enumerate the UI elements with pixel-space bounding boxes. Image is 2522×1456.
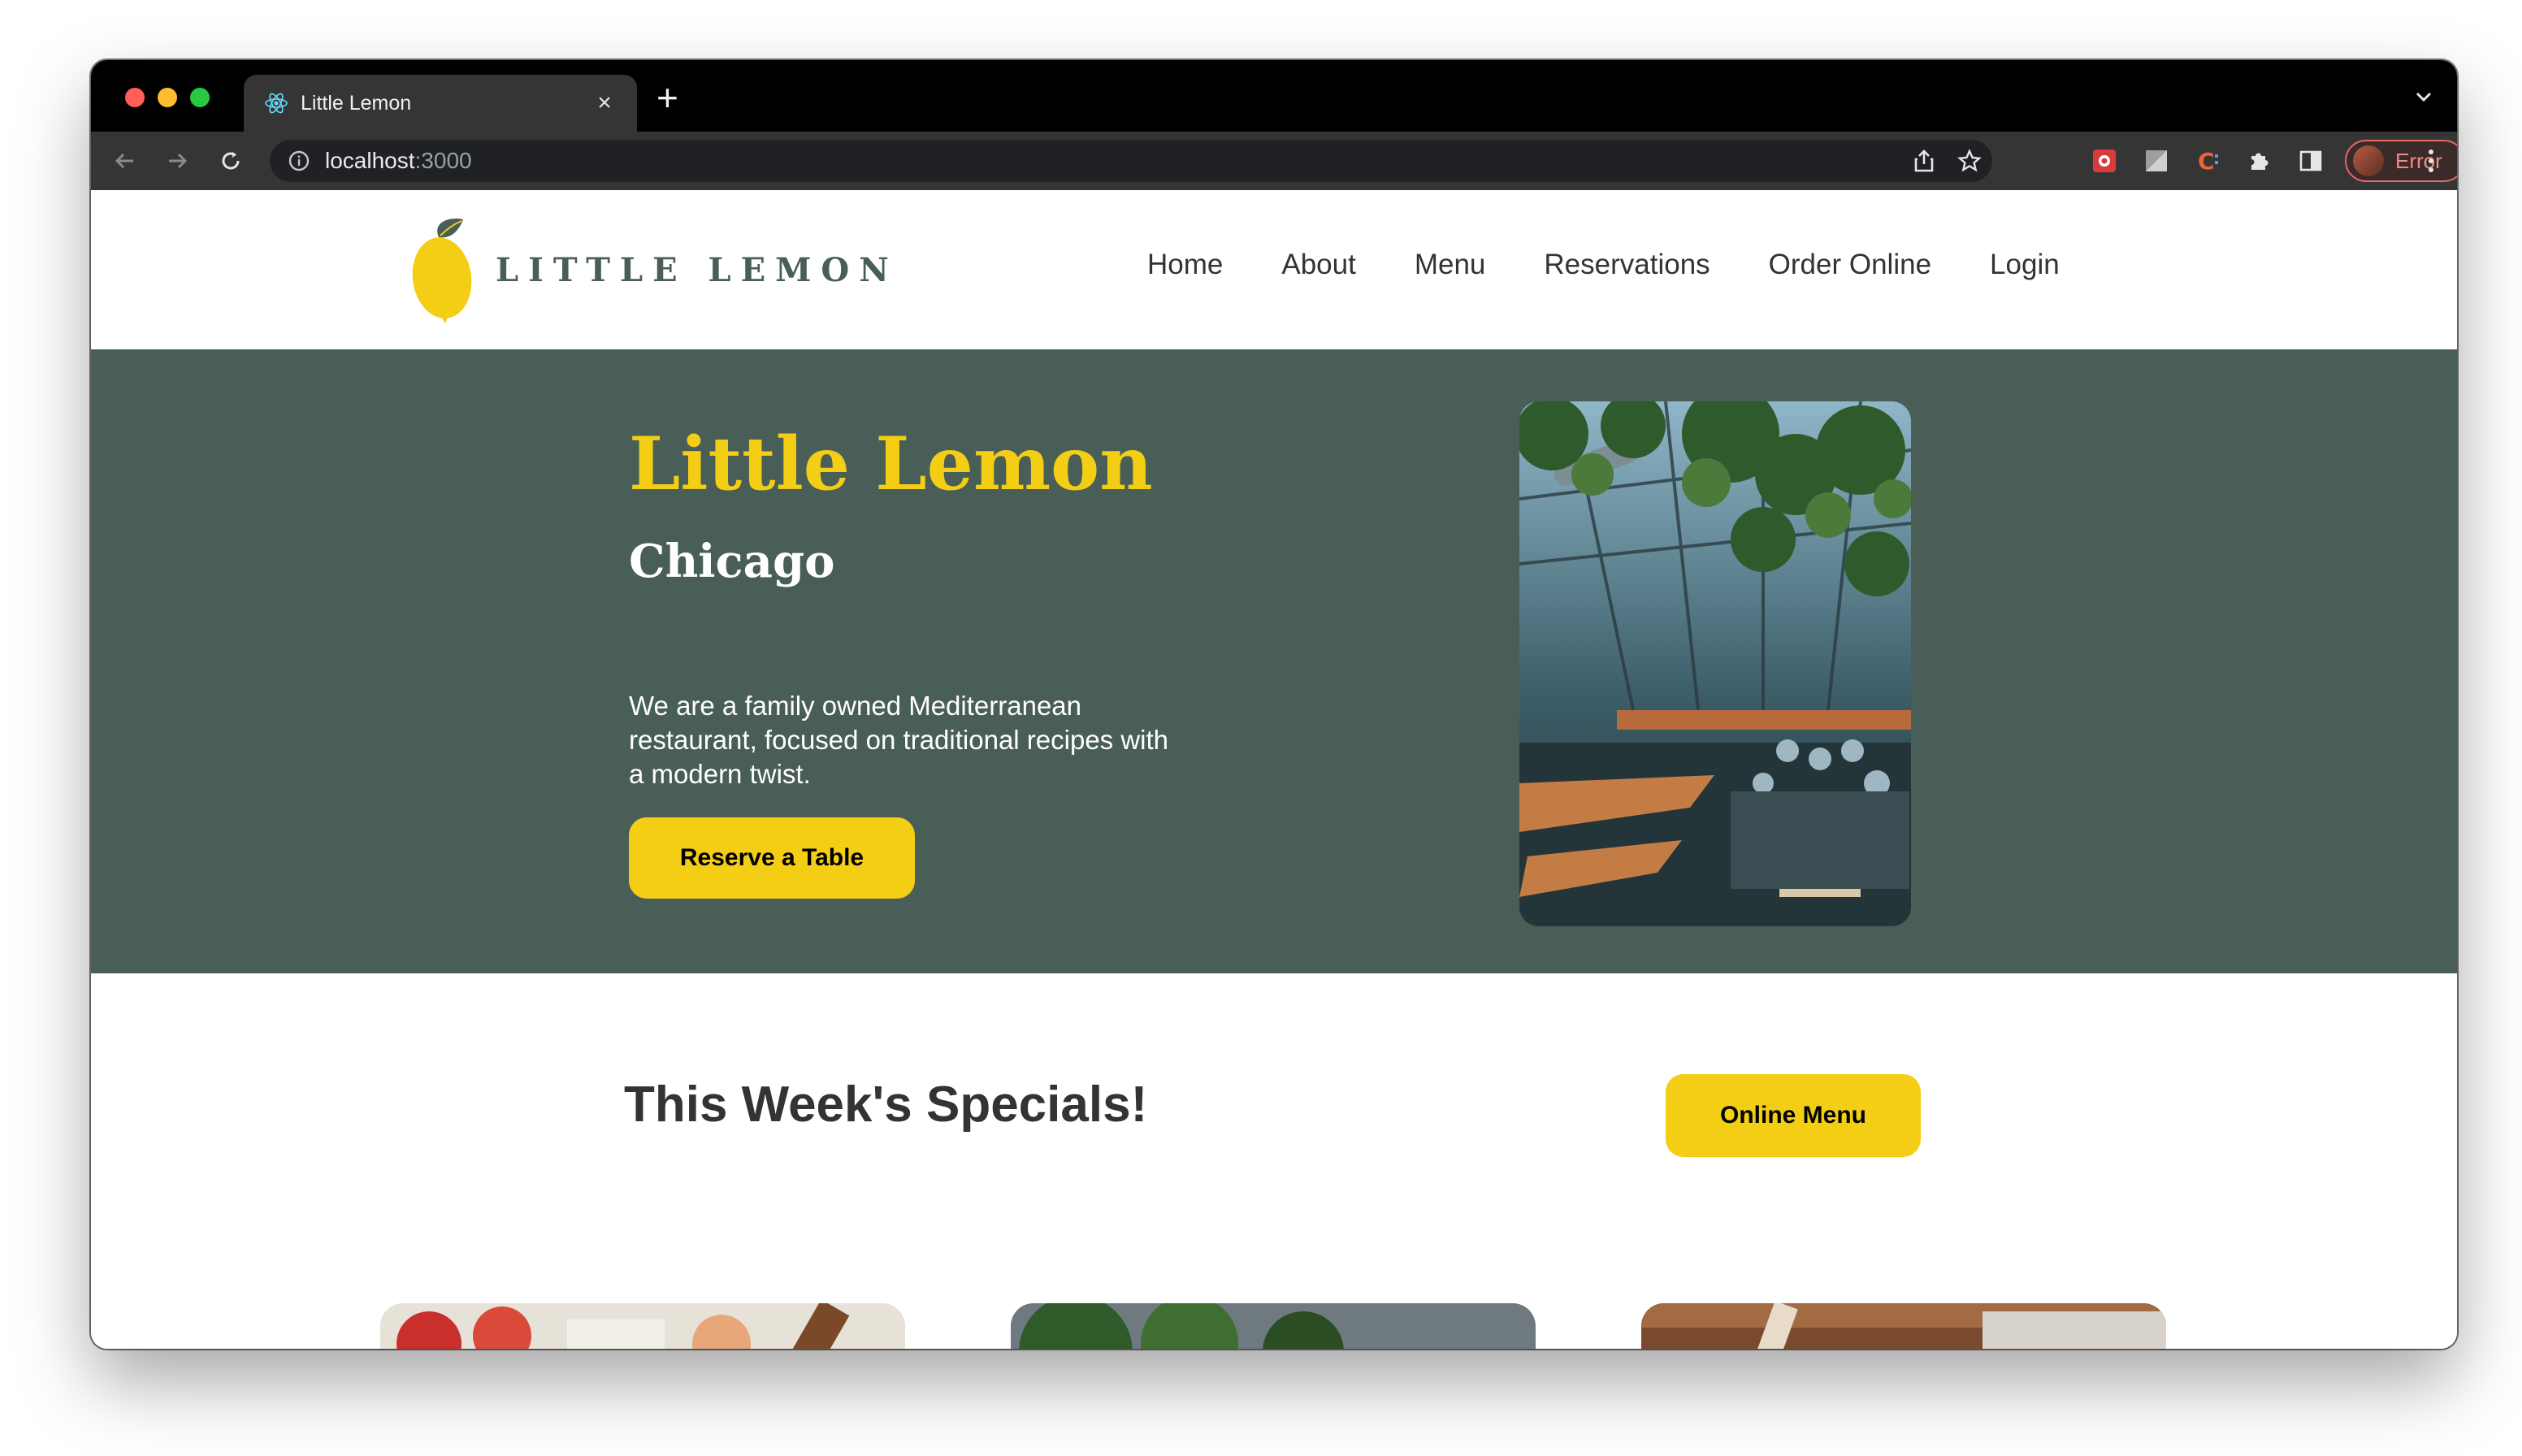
chevron-down-icon[interactable] [2413,86,2434,107]
special-card-image[interactable] [380,1303,905,1349]
nav-link-reservations[interactable]: Reservations [1544,249,1710,281]
share-icon [1914,150,1934,172]
browser-toolbar: localhost :3000 C Error [91,132,2457,190]
react-atom-icon [265,93,288,114]
hero-section: Little Lemon Chicago We are a family own… [91,349,2457,973]
reserve-table-button[interactable]: Reserve a Table [629,817,915,899]
online-menu-button[interactable]: Online Menu [1666,1074,1921,1157]
lemon-logo-icon [412,218,472,323]
reload-button[interactable] [213,143,249,179]
tab-bar: Little Lemon × + [91,60,2457,132]
more-vert-icon[interactable] [2423,146,2439,176]
page-viewport: LITTLE LEMON Home About Menu Reservation… [91,190,2457,1349]
zoom-window-button[interactable] [190,88,210,107]
puzzle-icon [2251,153,2268,170]
extension-red-icon [2093,150,2116,172]
extension-red-button[interactable] [2090,146,2119,176]
nav-link-menu[interactable]: Menu [1415,249,1486,281]
extension-gray-button[interactable] [2142,146,2171,176]
share-button[interactable] [1909,146,1939,176]
side-panel-button[interactable] [2296,146,2325,176]
reload-icon [222,152,240,170]
arrow-right-icon [169,153,188,169]
nav-link-about[interactable]: About [1281,249,1355,281]
specials-title: This Week's Specials! [624,1077,1148,1133]
site-header: LITTLE LEMON Home About Menu Reservation… [91,190,2457,349]
bruschetta-image [1011,1303,1536,1349]
special-card-image[interactable] [1011,1303,1536,1349]
greek-salad-image [380,1303,905,1349]
side-panel-icon [2299,150,2322,171]
new-tab-button[interactable]: + [656,79,678,116]
tab-little-lemon[interactable]: Little Lemon × [244,75,637,132]
nav-link-login[interactable]: Login [1990,249,2060,281]
tab-title: Little Lemon [301,91,412,115]
logo-text: LITTLE LEMON [496,250,899,289]
special-card-image[interactable] [1641,1303,2166,1349]
extension-c-icon: C [2198,148,2218,174]
svg-text:C: C [2198,148,2215,174]
arrow-left-icon [115,153,133,169]
restaurant-interior-image [1519,401,1911,926]
extension-c-button[interactable]: C [2194,146,2223,176]
browser-window: Little Lemon × + localhost:3000 C Error… [91,60,2457,1349]
info-icon[interactable] [288,150,310,172]
lemon-dessert-image [1641,1303,2166,1349]
forward-button[interactable] [159,143,195,179]
site-logo[interactable]: LITTLE LEMON [408,214,899,325]
url-host: localhost [325,148,415,173]
avatar [2353,145,2384,176]
nav-link-order-online[interactable]: Order Online [1769,249,1931,281]
extensions-button[interactable] [2244,146,2273,176]
hero-subtitle: Chicago [629,535,835,588]
minimize-window-button[interactable] [158,88,177,107]
hero-description: We are a family owned Mediterranean rest… [629,691,1169,789]
extension-gray-icon [2146,150,2167,171]
address-bar[interactable]: localhost :3000 [270,140,1992,182]
hero-title: Little Lemon [629,421,1153,507]
nav-link-home[interactable]: Home [1147,249,1223,281]
main-nav: Home About Menu Reservations Order Onlin… [1147,249,2118,281]
url-port: :3000 [414,148,472,173]
tab-close-icon[interactable]: × [592,89,618,117]
close-window-button[interactable] [125,88,145,107]
profile-button[interactable]: Error [2345,140,2457,182]
bookmark-button[interactable] [1955,146,1984,176]
back-button[interactable] [107,143,143,179]
star-icon [1957,149,1982,172]
hero-restaurant-image [1519,401,1911,926]
